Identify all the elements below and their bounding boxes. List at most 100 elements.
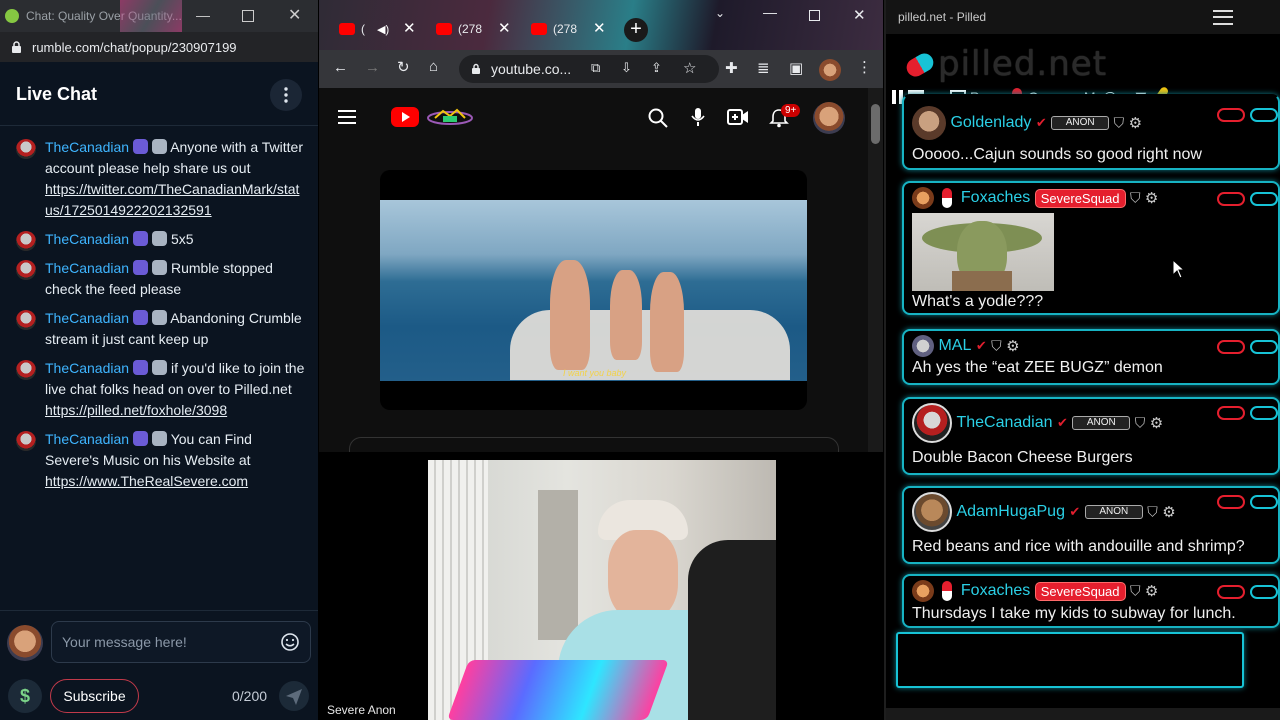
username[interactable]: TheCanadian bbox=[45, 260, 129, 276]
maximize-icon[interactable] bbox=[242, 10, 254, 22]
username[interactable]: TheCanadian bbox=[45, 431, 129, 447]
username[interactable]: TheCanadian bbox=[45, 360, 129, 376]
address-bar[interactable]: youtube.co... ⧉ ⇩ ⇪ ☆ bbox=[459, 55, 719, 83]
scrollbar[interactable] bbox=[868, 88, 883, 452]
shield-icon[interactable]: ⛉ bbox=[1130, 583, 1141, 599]
user-avatar[interactable] bbox=[16, 231, 36, 251]
minimize-icon[interactable]: — bbox=[763, 4, 777, 20]
avatar[interactable] bbox=[912, 106, 946, 140]
group-tag[interactable]: SevereSquad bbox=[1034, 188, 1126, 208]
username[interactable]: AdamHugaPug bbox=[956, 503, 1065, 520]
red-pill-toggle[interactable] bbox=[1217, 192, 1245, 206]
reply-input[interactable] bbox=[898, 634, 1242, 686]
message-box[interactable] bbox=[51, 621, 311, 663]
gear-icon[interactable]: ⚙ bbox=[1129, 115, 1142, 132]
create-video-icon[interactable] bbox=[727, 108, 749, 126]
reload-icon[interactable]: ↻ bbox=[397, 58, 410, 76]
rant-button[interactable]: $ bbox=[8, 679, 42, 713]
scrollbar-thumb[interactable] bbox=[871, 104, 880, 144]
red-pill-toggle[interactable] bbox=[1217, 108, 1245, 122]
maximize-icon[interactable] bbox=[809, 10, 820, 21]
avatar[interactable] bbox=[912, 335, 934, 357]
user-avatar[interactable] bbox=[16, 260, 36, 280]
red-pill-toggle[interactable] bbox=[1217, 340, 1245, 354]
profile-avatar[interactable] bbox=[819, 59, 841, 81]
forward-icon[interactable]: → bbox=[365, 59, 380, 76]
close-icon[interactable]: ✕ bbox=[288, 5, 301, 25]
username[interactable]: MAL bbox=[938, 337, 971, 354]
blue-pill-toggle[interactable] bbox=[1250, 192, 1278, 206]
message-link[interactable]: https://twitter.com/TheCanadianMark/stat… bbox=[45, 179, 306, 221]
gear-icon[interactable]: ⚙ bbox=[1150, 415, 1163, 432]
username[interactable]: TheCanadian bbox=[45, 310, 129, 326]
message-link[interactable]: https://pilled.net/foxhole/3098 bbox=[45, 402, 227, 418]
avatar[interactable] bbox=[912, 580, 934, 602]
username[interactable]: Foxaches bbox=[961, 582, 1030, 599]
username[interactable]: Goldenlady bbox=[950, 114, 1031, 131]
avatar[interactable] bbox=[7, 625, 43, 661]
red-pill-toggle[interactable] bbox=[1217, 585, 1245, 599]
microphone-icon[interactable] bbox=[691, 107, 705, 127]
blue-pill-toggle[interactable] bbox=[1250, 585, 1278, 599]
search-icon[interactable] bbox=[648, 108, 668, 128]
video-player[interactable]: I want you baby bbox=[380, 170, 807, 410]
media-controls-icon[interactable]: ≣ bbox=[757, 59, 770, 77]
gear-icon[interactable]: ⚙ bbox=[1162, 504, 1175, 521]
message-link[interactable]: https://www.TheRealSevere.com bbox=[45, 471, 306, 492]
username[interactable]: Foxaches bbox=[961, 189, 1030, 206]
tab-youtube-1[interactable]: ( ◀) ✕ bbox=[339, 16, 429, 44]
gear-icon[interactable]: ⚙ bbox=[1145, 190, 1158, 207]
blue-pill-toggle[interactable] bbox=[1250, 495, 1278, 509]
username[interactable]: TheCanadian bbox=[45, 139, 129, 155]
tab-youtube-2[interactable]: (278 ✕ bbox=[436, 16, 526, 44]
avatar[interactable] bbox=[813, 102, 845, 134]
user-avatar[interactable] bbox=[16, 310, 36, 330]
gear-icon[interactable]: ⚙ bbox=[1006, 338, 1019, 355]
shield-icon[interactable]: ⛉ bbox=[1130, 190, 1141, 206]
user-avatar[interactable] bbox=[16, 139, 36, 159]
tab-close-icon[interactable]: ✕ bbox=[498, 19, 511, 37]
blue-pill-toggle[interactable] bbox=[1250, 406, 1278, 420]
yoda-image[interactable] bbox=[912, 213, 1054, 291]
shield-icon[interactable]: ⛉ bbox=[1147, 504, 1158, 520]
send-button[interactable] bbox=[278, 679, 310, 713]
reply-box[interactable] bbox=[896, 632, 1244, 688]
username[interactable]: TheCanadian bbox=[45, 231, 129, 247]
open-external-icon[interactable]: ⧉ bbox=[591, 60, 600, 76]
extensions-icon[interactable]: ✚ bbox=[725, 59, 738, 77]
menu-kebab-icon[interactable]: ⋮ bbox=[857, 58, 872, 76]
bookmark-star-icon[interactable]: ☆ bbox=[683, 59, 696, 77]
blue-pill-toggle[interactable] bbox=[1250, 340, 1278, 354]
rumble-url-bar[interactable]: rumble.com/chat/popup/230907199 bbox=[0, 32, 318, 62]
youtube-logo-icon[interactable] bbox=[391, 107, 419, 127]
shield-icon[interactable]: ⛉ bbox=[991, 338, 1002, 354]
shield-icon[interactable]: ⛉ bbox=[1135, 415, 1146, 431]
user-avatar[interactable] bbox=[16, 360, 36, 380]
speaker-icon[interactable]: ◀) bbox=[377, 23, 389, 36]
tab-close-icon[interactable]: ✕ bbox=[593, 19, 606, 37]
message-input[interactable] bbox=[62, 622, 272, 662]
subscribe-button[interactable]: Subscribe bbox=[50, 679, 139, 713]
red-pill-toggle[interactable] bbox=[1217, 406, 1245, 420]
close-icon[interactable]: ✕ bbox=[853, 6, 866, 24]
shield-icon[interactable]: ⛉ bbox=[1114, 115, 1125, 131]
home-icon[interactable]: ⌂ bbox=[429, 58, 438, 75]
gear-icon[interactable]: ⚙ bbox=[1145, 583, 1158, 600]
group-tag[interactable]: SevereSquad bbox=[1034, 581, 1126, 601]
back-icon[interactable]: ← bbox=[333, 59, 348, 76]
minimize-icon[interactable]: — bbox=[196, 7, 210, 23]
avatar[interactable] bbox=[912, 492, 952, 532]
install-icon[interactable]: ⇩ bbox=[621, 60, 632, 76]
more-options-button[interactable] bbox=[270, 79, 302, 111]
doodle-icon[interactable] bbox=[425, 106, 475, 128]
hamburger-icon[interactable] bbox=[1213, 10, 1233, 25]
blue-pill-toggle[interactable] bbox=[1250, 108, 1278, 122]
tab-close-icon[interactable]: ✕ bbox=[403, 19, 416, 37]
share-icon[interactable]: ⇪ bbox=[651, 60, 662, 76]
tab-search-icon[interactable]: ⌄ bbox=[715, 6, 725, 20]
emoji-icon[interactable] bbox=[280, 632, 300, 652]
user-avatar[interactable] bbox=[16, 431, 36, 451]
red-pill-toggle[interactable] bbox=[1217, 495, 1245, 509]
tab-youtube-3[interactable]: (278 ✕ bbox=[531, 16, 621, 44]
hamburger-icon[interactable] bbox=[338, 109, 358, 125]
